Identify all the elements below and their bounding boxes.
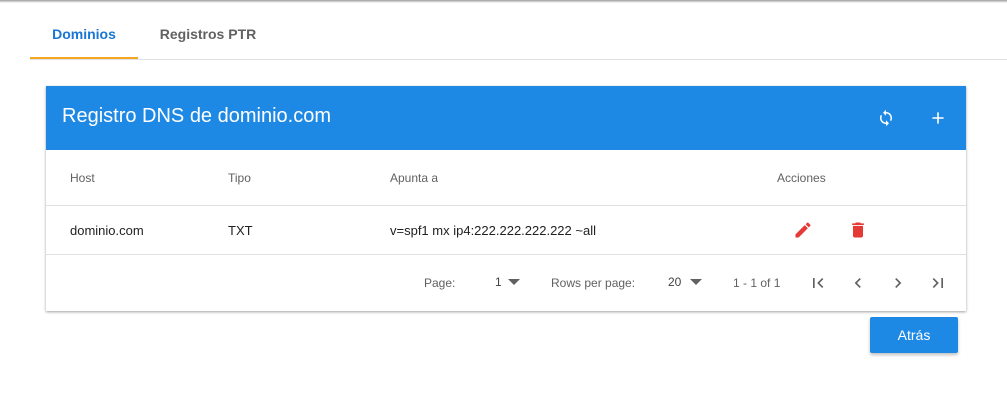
tab-dominios[interactable]: Dominios [30, 10, 138, 59]
card-title: Registro DNS de dominio.com [62, 105, 331, 127]
dns-records-card: Registro DNS de dominio.com Host Tipo Ap… [46, 86, 966, 311]
column-header-apunta-a: Apunta a [390, 171, 439, 185]
add-icon[interactable] [926, 106, 950, 130]
divider [46, 205, 966, 206]
rows-per-page-label: Rows per page: [551, 276, 636, 290]
first-page-icon[interactable] [808, 273, 828, 293]
page-select[interactable]: 1 [495, 275, 520, 289]
page-select-value: 1 [495, 275, 502, 289]
top-shadow [0, 0, 1007, 3]
last-page-icon[interactable] [928, 273, 948, 293]
column-header-tipo: Tipo [228, 171, 251, 185]
edit-icon[interactable] [793, 220, 813, 240]
divider [46, 254, 966, 255]
page-label: Page: [424, 276, 456, 290]
next-page-icon[interactable] [888, 273, 908, 293]
column-header-acciones: Acciones [777, 171, 826, 185]
cell-tipo: TXT [228, 223, 253, 238]
back-button[interactable]: Atrás [870, 317, 958, 353]
column-header-host: Host [70, 171, 95, 185]
chevron-down-icon [508, 279, 520, 285]
cell-host: dominio.com [70, 223, 144, 238]
rows-per-page-select[interactable]: 20 [668, 275, 702, 289]
previous-page-icon[interactable] [848, 273, 868, 293]
pagination-range: 1 - 1 of 1 [733, 276, 781, 290]
rows-per-page-value: 20 [668, 275, 682, 289]
delete-icon[interactable] [848, 220, 868, 240]
chevron-down-icon [690, 279, 702, 285]
cell-apunta-a: v=spf1 mx ip4:222.222.222.222 ~all [390, 223, 596, 238]
refresh-icon[interactable] [874, 106, 898, 130]
tab-bar: Dominios Registros PTR [30, 10, 1007, 60]
card-header: Registro DNS de dominio.com [46, 86, 966, 150]
tab-registros-ptr[interactable]: Registros PTR [138, 10, 278, 59]
